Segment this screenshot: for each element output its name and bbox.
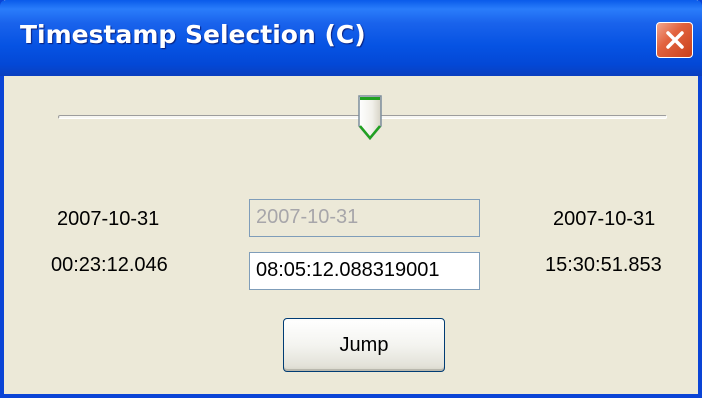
jump-button[interactable]: Jump (283, 318, 445, 372)
close-icon (665, 31, 684, 49)
close-button[interactable] (656, 22, 693, 58)
title-bar[interactable]: Timestamp Selection (C) (0, 0, 702, 76)
start-date-label: 2007-10-31 (57, 208, 160, 230)
window-title: Timestamp Selection (C) (20, 20, 366, 49)
end-time-label: 15:30:51.853 (545, 254, 662, 276)
current-time-input[interactable]: 08:05:12.088319001 (249, 252, 480, 290)
slider-thumb-icon[interactable] (357, 95, 383, 141)
end-date-label: 2007-10-31 (553, 208, 656, 230)
start-time-label: 00:23:12.046 (51, 254, 168, 276)
current-date-field: 2007-10-31 (249, 199, 480, 237)
timestamp-selection-window: Timestamp Selection (C) 2007-10-31 00:23… (0, 0, 702, 398)
